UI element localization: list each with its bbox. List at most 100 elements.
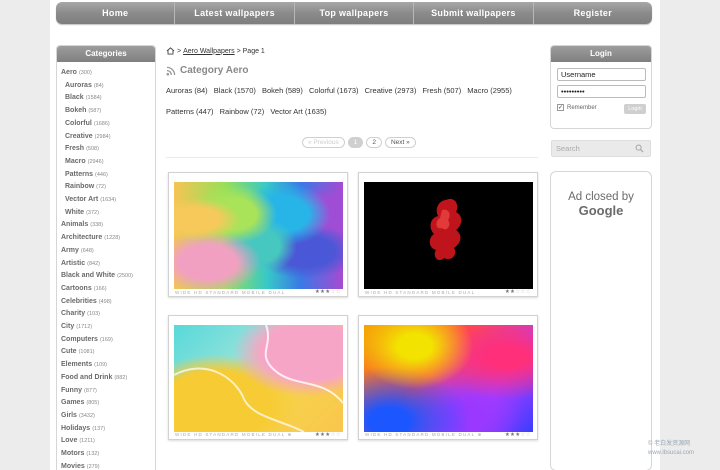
subcategory-link[interactable]: Rainbow (72) <box>220 107 265 116</box>
pager-next[interactable]: Next » <box>384 137 416 148</box>
category-item[interactable]: Movies (279) <box>61 461 155 470</box>
remember-option[interactable]: ✓ Remember <box>557 104 597 111</box>
subcategory-link[interactable]: Auroras (84) <box>166 86 208 95</box>
category-item[interactable]: Funny (877) <box>61 385 155 398</box>
category-item[interactable]: Girls (3432) <box>61 410 155 423</box>
category-item[interactable]: Fresh (508) <box>61 143 155 156</box>
category-label: Charity <box>61 310 86 318</box>
subcategory-link[interactable]: Vector Art (1635) <box>270 107 326 116</box>
category-item[interactable]: Celebrities (498) <box>61 296 155 309</box>
nav-submit-wallpapers[interactable]: Submit wallpapers <box>414 2 534 24</box>
pagination: « Previous 1 2 Next » <box>302 137 416 148</box>
category-item[interactable]: White (372) <box>61 207 155 220</box>
password-field[interactable]: ••••••••• <box>557 85 646 98</box>
category-item[interactable]: Vector Art (1634) <box>61 194 155 207</box>
category-label: Black and White <box>61 272 116 280</box>
category-item[interactable]: Creative (2984) <box>61 131 155 144</box>
ad-closed-line1: Ad closed by <box>568 191 634 203</box>
subcategory-link[interactable]: Black (1570) <box>214 86 256 95</box>
category-item[interactable]: Computers (169) <box>61 334 155 347</box>
breadcrumb-link-aero[interactable]: Aero Wallpapers <box>183 48 235 55</box>
username-field[interactable]: Username <box>557 68 646 81</box>
category-count: (2984) <box>94 133 111 140</box>
nav-register[interactable]: Register <box>534 2 652 24</box>
subcategory-link[interactable]: Patterns (447) <box>166 107 214 116</box>
wallpaper-image-red-splash[interactable] <box>364 182 533 289</box>
rating-stars: ★★☆☆☆ <box>504 289 531 295</box>
subcategory-link[interactable]: Creative (2973) <box>365 86 417 95</box>
category-item[interactable]: Army (648) <box>61 245 155 258</box>
category-item[interactable]: Games (805) <box>61 397 155 410</box>
category-title: Category Aero <box>166 65 249 76</box>
wallpaper-thumbnail[interactable]: WIDE HD STANDARD MOBILE DUAL ⊕ ★★★☆☆ <box>168 315 348 440</box>
category-count: (166) <box>93 285 107 292</box>
category-label: Cartoons <box>61 284 92 292</box>
pager-page-2[interactable]: 2 <box>366 137 382 148</box>
resolution-links[interactable]: WIDE HD STANDARD MOBILE DUAL <box>365 290 475 295</box>
category-item[interactable]: Colorful (1686) <box>61 118 155 131</box>
category-item[interactable]: Black and White (2500) <box>61 270 155 283</box>
wallpaper-image-pastel-waves[interactable] <box>173 324 344 433</box>
rating-stars: ★★★☆☆ <box>504 432 531 438</box>
wallpaper-thumbnail[interactable]: WIDE HD STANDARD MOBILE DUAL ★★★☆☆ <box>168 172 348 297</box>
category-item[interactable]: Aero (300) <box>61 67 155 80</box>
category-item[interactable]: Rainbow (72) <box>61 181 155 194</box>
category-item[interactable]: Charity (103) <box>61 308 155 321</box>
subcategory-link[interactable]: Colorful (1673) <box>309 86 359 95</box>
category-item[interactable]: Motors (132) <box>61 448 155 461</box>
search-input[interactable]: Search <box>551 140 651 157</box>
category-item[interactable]: Artistic (842) <box>61 258 155 271</box>
resolution-links[interactable]: WIDE HD STANDARD MOBILE DUAL <box>175 290 285 295</box>
remember-checkbox[interactable]: ✓ <box>557 104 564 111</box>
pager-previous[interactable]: « Previous <box>302 137 345 148</box>
category-count: (338) <box>90 222 104 229</box>
subcategory-link[interactable]: Bokeh (589) <box>262 86 303 95</box>
wallpaper-thumbnail[interactable]: WIDE HD STANDARD MOBILE DUAL ★★☆☆☆ <box>358 172 538 297</box>
category-item[interactable]: Patterns (446) <box>61 169 155 182</box>
subcategory-link[interactable]: Fresh (507) <box>422 86 461 95</box>
category-list: Aero (300) Auroras (84) Black (1584) Bokeh (587… <box>57 62 155 470</box>
subcategory-link[interactable]: Macro (2955) <box>467 86 512 95</box>
category-count: (103) <box>87 311 100 318</box>
nav-top-wallpapers[interactable]: Top wallpapers <box>295 2 415 24</box>
category-count: (1634) <box>100 197 117 204</box>
wallpaper-thumbnail[interactable]: WIDE HD STANDARD MOBILE DUAL ⊕ ★★★☆☆ <box>358 315 538 440</box>
category-item[interactable]: City (1712) <box>61 321 155 334</box>
category-item[interactable]: Animals (338) <box>61 219 155 232</box>
wallpaper-image-colorful-smoke[interactable] <box>174 182 343 289</box>
category-item[interactable]: Cute (1081) <box>61 346 155 359</box>
category-label: Fresh <box>65 145 85 153</box>
wallpaper-image-rainbow-gradient[interactable] <box>364 325 533 432</box>
category-item[interactable]: Elements (109) <box>61 359 155 372</box>
category-label: Vector Art <box>65 196 99 204</box>
category-item[interactable]: Food and Drink (882) <box>61 372 155 385</box>
category-count: (109) <box>94 362 107 369</box>
category-item[interactable]: Auroras (84) <box>61 80 155 93</box>
nav-latest-wallpapers[interactable]: Latest wallpapers <box>175 2 295 24</box>
category-item[interactable]: Bokeh (587) <box>61 105 155 118</box>
category-count: (1228) <box>104 235 121 242</box>
search-icon[interactable] <box>635 144 644 153</box>
login-button[interactable]: Login <box>624 104 646 114</box>
subcategory-links: Auroras (84) Black (1570) Bokeh (589) Co… <box>166 80 526 122</box>
resolution-links[interactable]: WIDE HD STANDARD MOBILE DUAL ⊕ <box>175 432 293 438</box>
breadcrumb: > Aero Wallpapers > Page 1 <box>166 47 265 55</box>
resolution-links[interactable]: WIDE HD STANDARD MOBILE DUAL ⊕ <box>365 432 483 438</box>
category-count: (72) <box>96 184 106 191</box>
category-count: (1584) <box>85 95 102 102</box>
home-icon[interactable] <box>166 47 175 55</box>
category-count: (805) <box>86 400 100 407</box>
pager-page-1[interactable]: 1 <box>347 137 364 148</box>
rss-icon[interactable] <box>166 66 176 76</box>
category-item[interactable]: Cartoons (166) <box>61 283 155 296</box>
nav-home[interactable]: Home <box>56 2 176 24</box>
category-label: Colorful <box>65 119 92 127</box>
category-item[interactable]: Macro (2946) <box>61 156 155 169</box>
watermark: © 老白发资源网 www.lbsucai.com <box>648 440 694 458</box>
category-item[interactable]: Black (1584) <box>61 92 155 105</box>
category-item[interactable]: Love (1211) <box>61 435 155 448</box>
category-count: (84) <box>93 82 104 89</box>
category-item[interactable]: Holidays (137) <box>61 423 155 436</box>
category-item[interactable]: Architecture (1228) <box>61 232 155 245</box>
category-count: (508) <box>86 146 99 153</box>
